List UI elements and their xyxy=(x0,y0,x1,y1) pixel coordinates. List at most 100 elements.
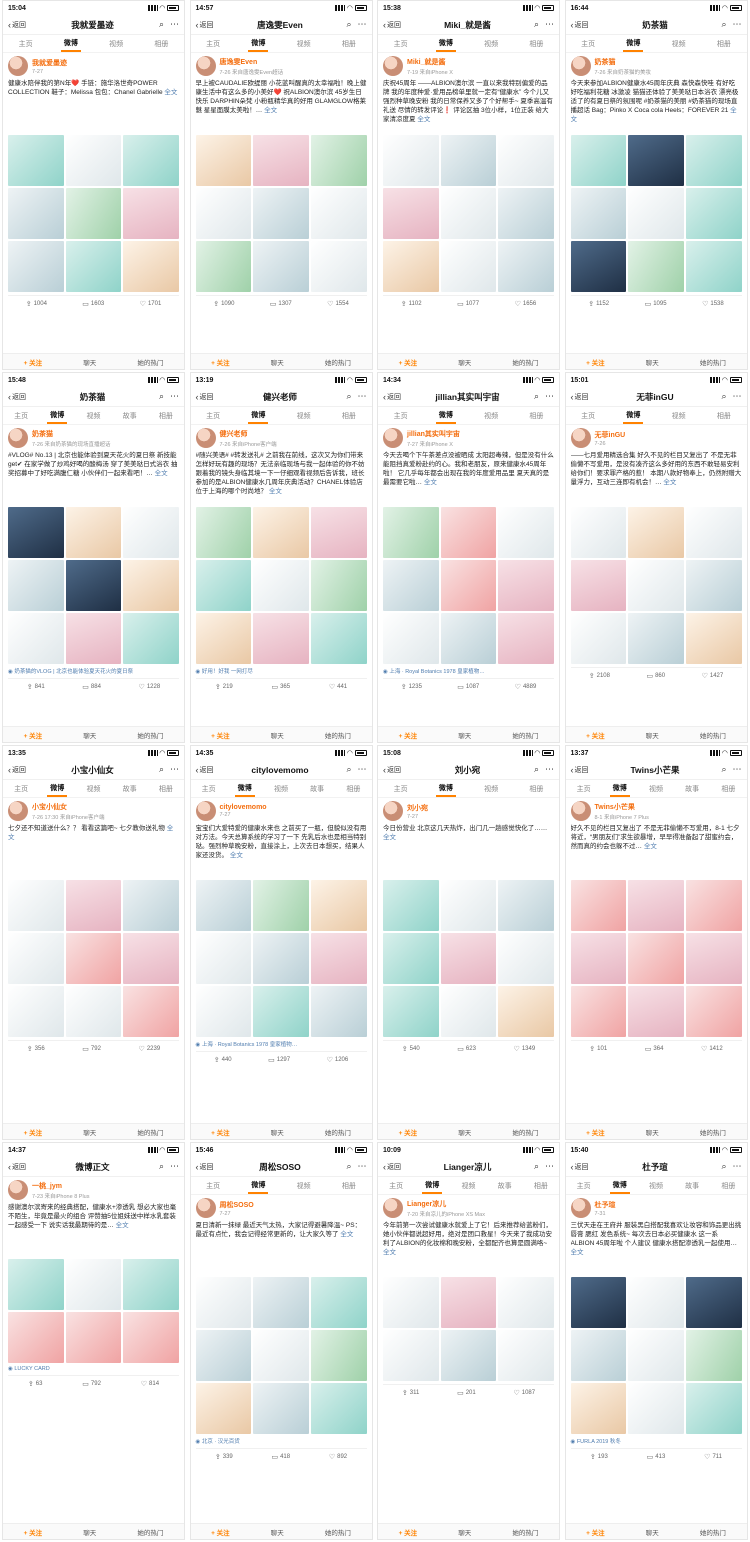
read-more-link[interactable]: 全文 xyxy=(164,89,177,96)
post-image[interactable] xyxy=(310,1330,367,1381)
read-more-link[interactable]: 全文 xyxy=(340,1231,353,1238)
follow-button[interactable]: + 关注 xyxy=(399,357,418,367)
tab-4[interactable]: 相册 xyxy=(718,1179,738,1193)
tab-3[interactable]: 故事 xyxy=(682,1179,702,1193)
post-image[interactable] xyxy=(253,880,309,931)
tab-2[interactable]: 视频 xyxy=(106,37,126,51)
post-image[interactable] xyxy=(440,933,497,984)
post-image[interactable] xyxy=(123,933,179,984)
post-image[interactable] xyxy=(498,1330,554,1381)
post-image[interactable] xyxy=(628,1277,684,1328)
post-image[interactable] xyxy=(440,1277,497,1328)
tab-3[interactable]: 相册 xyxy=(526,409,546,423)
chat-button[interactable]: 聊天 xyxy=(458,730,471,740)
like-button[interactable]: ♡ 711 xyxy=(704,1453,722,1461)
read-more-link[interactable]: 全文 xyxy=(417,116,430,123)
post-image[interactable] xyxy=(253,613,309,664)
post-image[interactable] xyxy=(383,880,439,931)
like-button[interactable]: ♡ 1701 xyxy=(140,300,162,308)
post-image[interactable] xyxy=(65,880,122,931)
post-image[interactable] xyxy=(8,507,64,558)
search-icon[interactable]: ⌕ xyxy=(346,391,351,402)
chat-button[interactable]: 聊天 xyxy=(646,1127,659,1137)
more-icon[interactable]: ⋯ xyxy=(733,19,742,30)
post-image[interactable] xyxy=(440,241,497,292)
post-image[interactable] xyxy=(253,1330,309,1381)
chat-button[interactable]: 聊天 xyxy=(271,730,284,740)
repost-button[interactable]: ⇪ 101 xyxy=(589,1045,607,1053)
back-button[interactable]: ‹ 返回 xyxy=(571,1162,589,1172)
post-image[interactable] xyxy=(195,135,252,186)
post-image[interactable] xyxy=(570,560,627,611)
search-icon[interactable]: ⌕ xyxy=(534,19,539,30)
tab-0[interactable]: 主页 xyxy=(574,782,594,796)
post-image[interactable] xyxy=(123,241,179,292)
username[interactable]: 一桃_jym xyxy=(32,1181,89,1191)
post-image[interactable] xyxy=(570,241,627,292)
more-icon[interactable]: ⋯ xyxy=(170,391,179,402)
post-image[interactable] xyxy=(628,613,684,664)
post-image[interactable] xyxy=(65,1312,122,1363)
tab-1[interactable]: 微博 xyxy=(60,36,81,52)
username[interactable]: 健兴老师 xyxy=(220,429,277,439)
tab-1[interactable]: 微博 xyxy=(248,1178,269,1194)
read-more-link[interactable]: 全文 xyxy=(264,107,277,114)
chat-button[interactable]: 聊天 xyxy=(83,730,96,740)
repost-button[interactable]: ⇪ 841 xyxy=(27,683,45,691)
comment-button[interactable]: ▭ 792 xyxy=(82,1380,101,1388)
repost-button[interactable]: ⇪ 63 xyxy=(28,1380,43,1388)
like-button[interactable]: ♡ 814 xyxy=(141,1380,159,1388)
like-button[interactable]: ♡ 892 xyxy=(329,1453,347,1461)
avatar[interactable] xyxy=(195,1198,216,1218)
avatar[interactable] xyxy=(195,56,216,76)
repost-button[interactable]: ⇪ 311 xyxy=(402,1389,419,1397)
tab-3[interactable]: 相册 xyxy=(714,409,734,423)
more-icon[interactable]: ⋯ xyxy=(545,19,554,30)
hot-button[interactable]: 她的热门 xyxy=(325,1127,351,1137)
like-button[interactable]: ♡ 1349 xyxy=(514,1045,536,1053)
avatar[interactable] xyxy=(383,428,403,448)
tab-3[interactable]: 相册 xyxy=(339,409,359,423)
comment-button[interactable]: ▭ 1307 xyxy=(270,300,292,308)
more-icon[interactable]: ⋯ xyxy=(170,19,179,30)
post-image[interactable] xyxy=(498,933,554,984)
tab-2[interactable]: 视频 xyxy=(458,1179,478,1193)
username[interactable]: jillian其实叫宇宙 xyxy=(407,429,460,439)
post-image[interactable] xyxy=(685,507,742,558)
post-image[interactable] xyxy=(440,880,497,931)
post-image[interactable] xyxy=(440,1330,497,1381)
tab-1[interactable]: 微博 xyxy=(623,36,644,52)
post-image[interactable] xyxy=(383,933,439,984)
post-image[interactable] xyxy=(195,986,252,1037)
back-button[interactable]: ‹ 返回 xyxy=(571,765,589,775)
post-image[interactable] xyxy=(123,1312,179,1363)
post-image[interactable] xyxy=(65,241,122,292)
tab-2[interactable]: 视频 xyxy=(271,782,291,796)
tab-2[interactable]: 视频 xyxy=(294,1179,314,1193)
more-icon[interactable]: ⋯ xyxy=(170,1161,179,1172)
chat-button[interactable]: 聊天 xyxy=(83,1127,96,1137)
read-more-link[interactable]: 全文 xyxy=(644,843,657,850)
location-tag[interactable]: ◉ LUCKY CARD xyxy=(8,1366,179,1372)
post-image[interactable] xyxy=(195,1330,252,1381)
username[interactable]: Lianger凉儿 xyxy=(407,1199,485,1209)
follow-button[interactable]: + 关注 xyxy=(24,1127,43,1137)
hot-button[interactable]: 她的热门 xyxy=(137,1127,163,1137)
back-button[interactable]: ‹ 返回 xyxy=(383,20,401,30)
follow-button[interactable]: + 关注 xyxy=(24,1527,43,1537)
tab-1[interactable]: 微博 xyxy=(435,408,456,424)
hot-button[interactable]: 她的热门 xyxy=(137,730,163,740)
read-more-link[interactable]: 全文 xyxy=(571,107,737,123)
post-image[interactable] xyxy=(195,241,252,292)
read-more-link[interactable]: 全文 xyxy=(663,479,676,486)
post-image[interactable] xyxy=(628,135,684,186)
more-icon[interactable]: ⋯ xyxy=(170,764,179,775)
repost-button[interactable]: ⇪ 219 xyxy=(215,683,233,691)
tab-2[interactable]: 视频 xyxy=(83,782,103,796)
post-image[interactable] xyxy=(440,986,497,1037)
search-icon[interactable]: ⌕ xyxy=(159,391,164,402)
search-icon[interactable]: ⌕ xyxy=(346,764,351,775)
more-icon[interactable]: ⋯ xyxy=(732,764,741,775)
tab-4[interactable]: 相册 xyxy=(531,1179,551,1193)
post-image[interactable] xyxy=(685,241,742,292)
